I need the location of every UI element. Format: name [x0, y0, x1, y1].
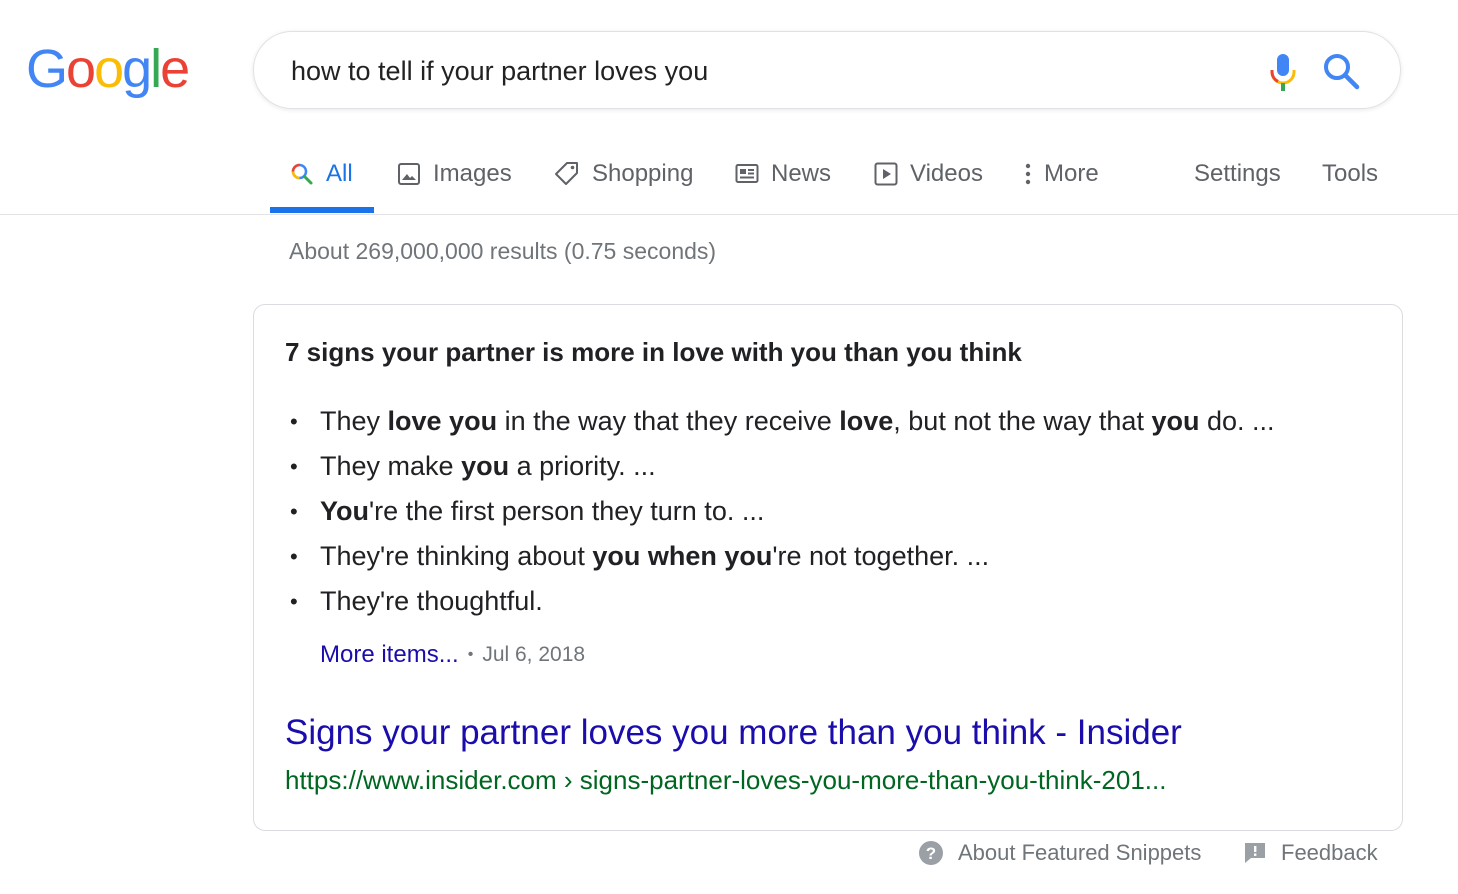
bold-text: you: [461, 451, 510, 481]
featured-snippet: 7 signs your partner is more in love wit…: [253, 304, 1403, 831]
tab-label: News: [771, 160, 832, 187]
more-items-link[interactable]: More items...: [320, 641, 459, 669]
bold-text: You: [320, 496, 369, 526]
text: They're thoughtful.: [320, 586, 543, 616]
tab-videos[interactable]: Videos: [874, 150, 983, 198]
tab-label: All: [326, 160, 353, 187]
logo-letter: o: [94, 39, 124, 99]
text: do. ...: [1199, 406, 1275, 436]
text: They: [320, 406, 388, 436]
snippet-list: • They love you in the way that they rece…: [285, 399, 1275, 624]
bold-text: you: [1151, 406, 1200, 436]
dots-vertical-icon: [1025, 163, 1031, 185]
bold-text: you when you: [592, 541, 773, 571]
about-snippets-label: About Featured Snippets: [958, 840, 1202, 865]
settings-link[interactable]: Settings: [1194, 150, 1281, 198]
text: in the way that they receive: [497, 406, 840, 436]
tab-news[interactable]: News: [735, 150, 831, 198]
feedback-icon: [1245, 843, 1265, 863]
logo-letter: g: [122, 39, 152, 99]
tab-more[interactable]: More: [1024, 150, 1099, 198]
help-icon: ?: [919, 841, 943, 865]
logo-letter: G: [26, 39, 68, 99]
bullet: •: [290, 454, 298, 479]
bullet: •: [290, 589, 298, 614]
search-icon: [291, 163, 313, 185]
feedback-link[interactable]: Feedback: [1243, 840, 1378, 866]
snippet-list-item: • They love you in the way that they rece…: [285, 399, 1275, 444]
snippet-title: 7 signs your partner is more in love wit…: [285, 337, 1022, 367]
microphone-icon[interactable]: [1268, 52, 1298, 92]
text: a priority. ...: [509, 451, 656, 481]
divider: [0, 214, 1458, 215]
logo-letter: o: [66, 39, 96, 99]
search-tabs: All Images Shopping News Videos More Set…: [270, 140, 1410, 214]
active-tab-indicator: [270, 207, 374, 213]
about-featured-snippets[interactable]: ? About Featured Snippets: [918, 840, 1201, 866]
tab-label: Shopping: [592, 160, 694, 187]
text: 're not together. ...: [772, 541, 990, 571]
tab-shopping[interactable]: Shopping: [554, 150, 693, 198]
text: , but not the way that: [893, 406, 1152, 436]
google-logo[interactable]: Google: [26, 34, 190, 104]
bold-text: love you: [387, 406, 498, 436]
tab-label: More: [1044, 160, 1099, 187]
tab-all[interactable]: All: [290, 150, 353, 198]
bullet: •: [290, 409, 298, 434]
snippet-list-item: • You're the first person they turn to. .…: [285, 489, 1275, 534]
result-title-link[interactable]: Signs your partner loves you more than y…: [285, 713, 1182, 753]
tab-label: Images: [433, 160, 512, 187]
image-icon: [398, 163, 420, 185]
tab-label: Videos: [910, 160, 983, 187]
search-input[interactable]: how to tell if your partner loves you: [291, 54, 708, 88]
bullet: •: [290, 544, 298, 569]
snippet-date: Jul 6, 2018: [482, 643, 586, 666]
more-items-row: More items... • Jul 6, 2018: [320, 641, 585, 669]
svg-text:?: ?: [926, 844, 936, 863]
feedback-label: Feedback: [1281, 840, 1378, 865]
snippet-list-item: • They make you a priority. ...: [285, 444, 1275, 489]
tab-images[interactable]: Images: [397, 150, 512, 198]
tag-icon: [555, 162, 578, 185]
bullet: •: [290, 499, 298, 524]
separator-dot: •: [467, 646, 474, 663]
snippet-list-item: • They're thinking about you when you're …: [285, 534, 1275, 579]
tools-link[interactable]: Tools: [1322, 150, 1378, 198]
text: 're the first person they turn to. ...: [369, 496, 765, 526]
logo-letter: e: [160, 39, 190, 99]
news-icon: [735, 164, 759, 183]
text: They make: [320, 451, 462, 481]
text: They're thinking about: [320, 541, 593, 571]
bold-text: love: [839, 406, 894, 436]
search-box[interactable]: how to tell if your partner loves you: [253, 31, 1401, 109]
logo-letter: l: [150, 39, 162, 99]
search-icon[interactable]: [1322, 52, 1360, 90]
result-url[interactable]: https://www.insider.com › signs-partner-…: [285, 765, 1166, 796]
play-icon: [874, 162, 898, 186]
snippet-list-item: • They're thoughtful.: [285, 579, 1275, 624]
result-stats: About 269,000,000 results (0.75 seconds): [289, 238, 717, 264]
